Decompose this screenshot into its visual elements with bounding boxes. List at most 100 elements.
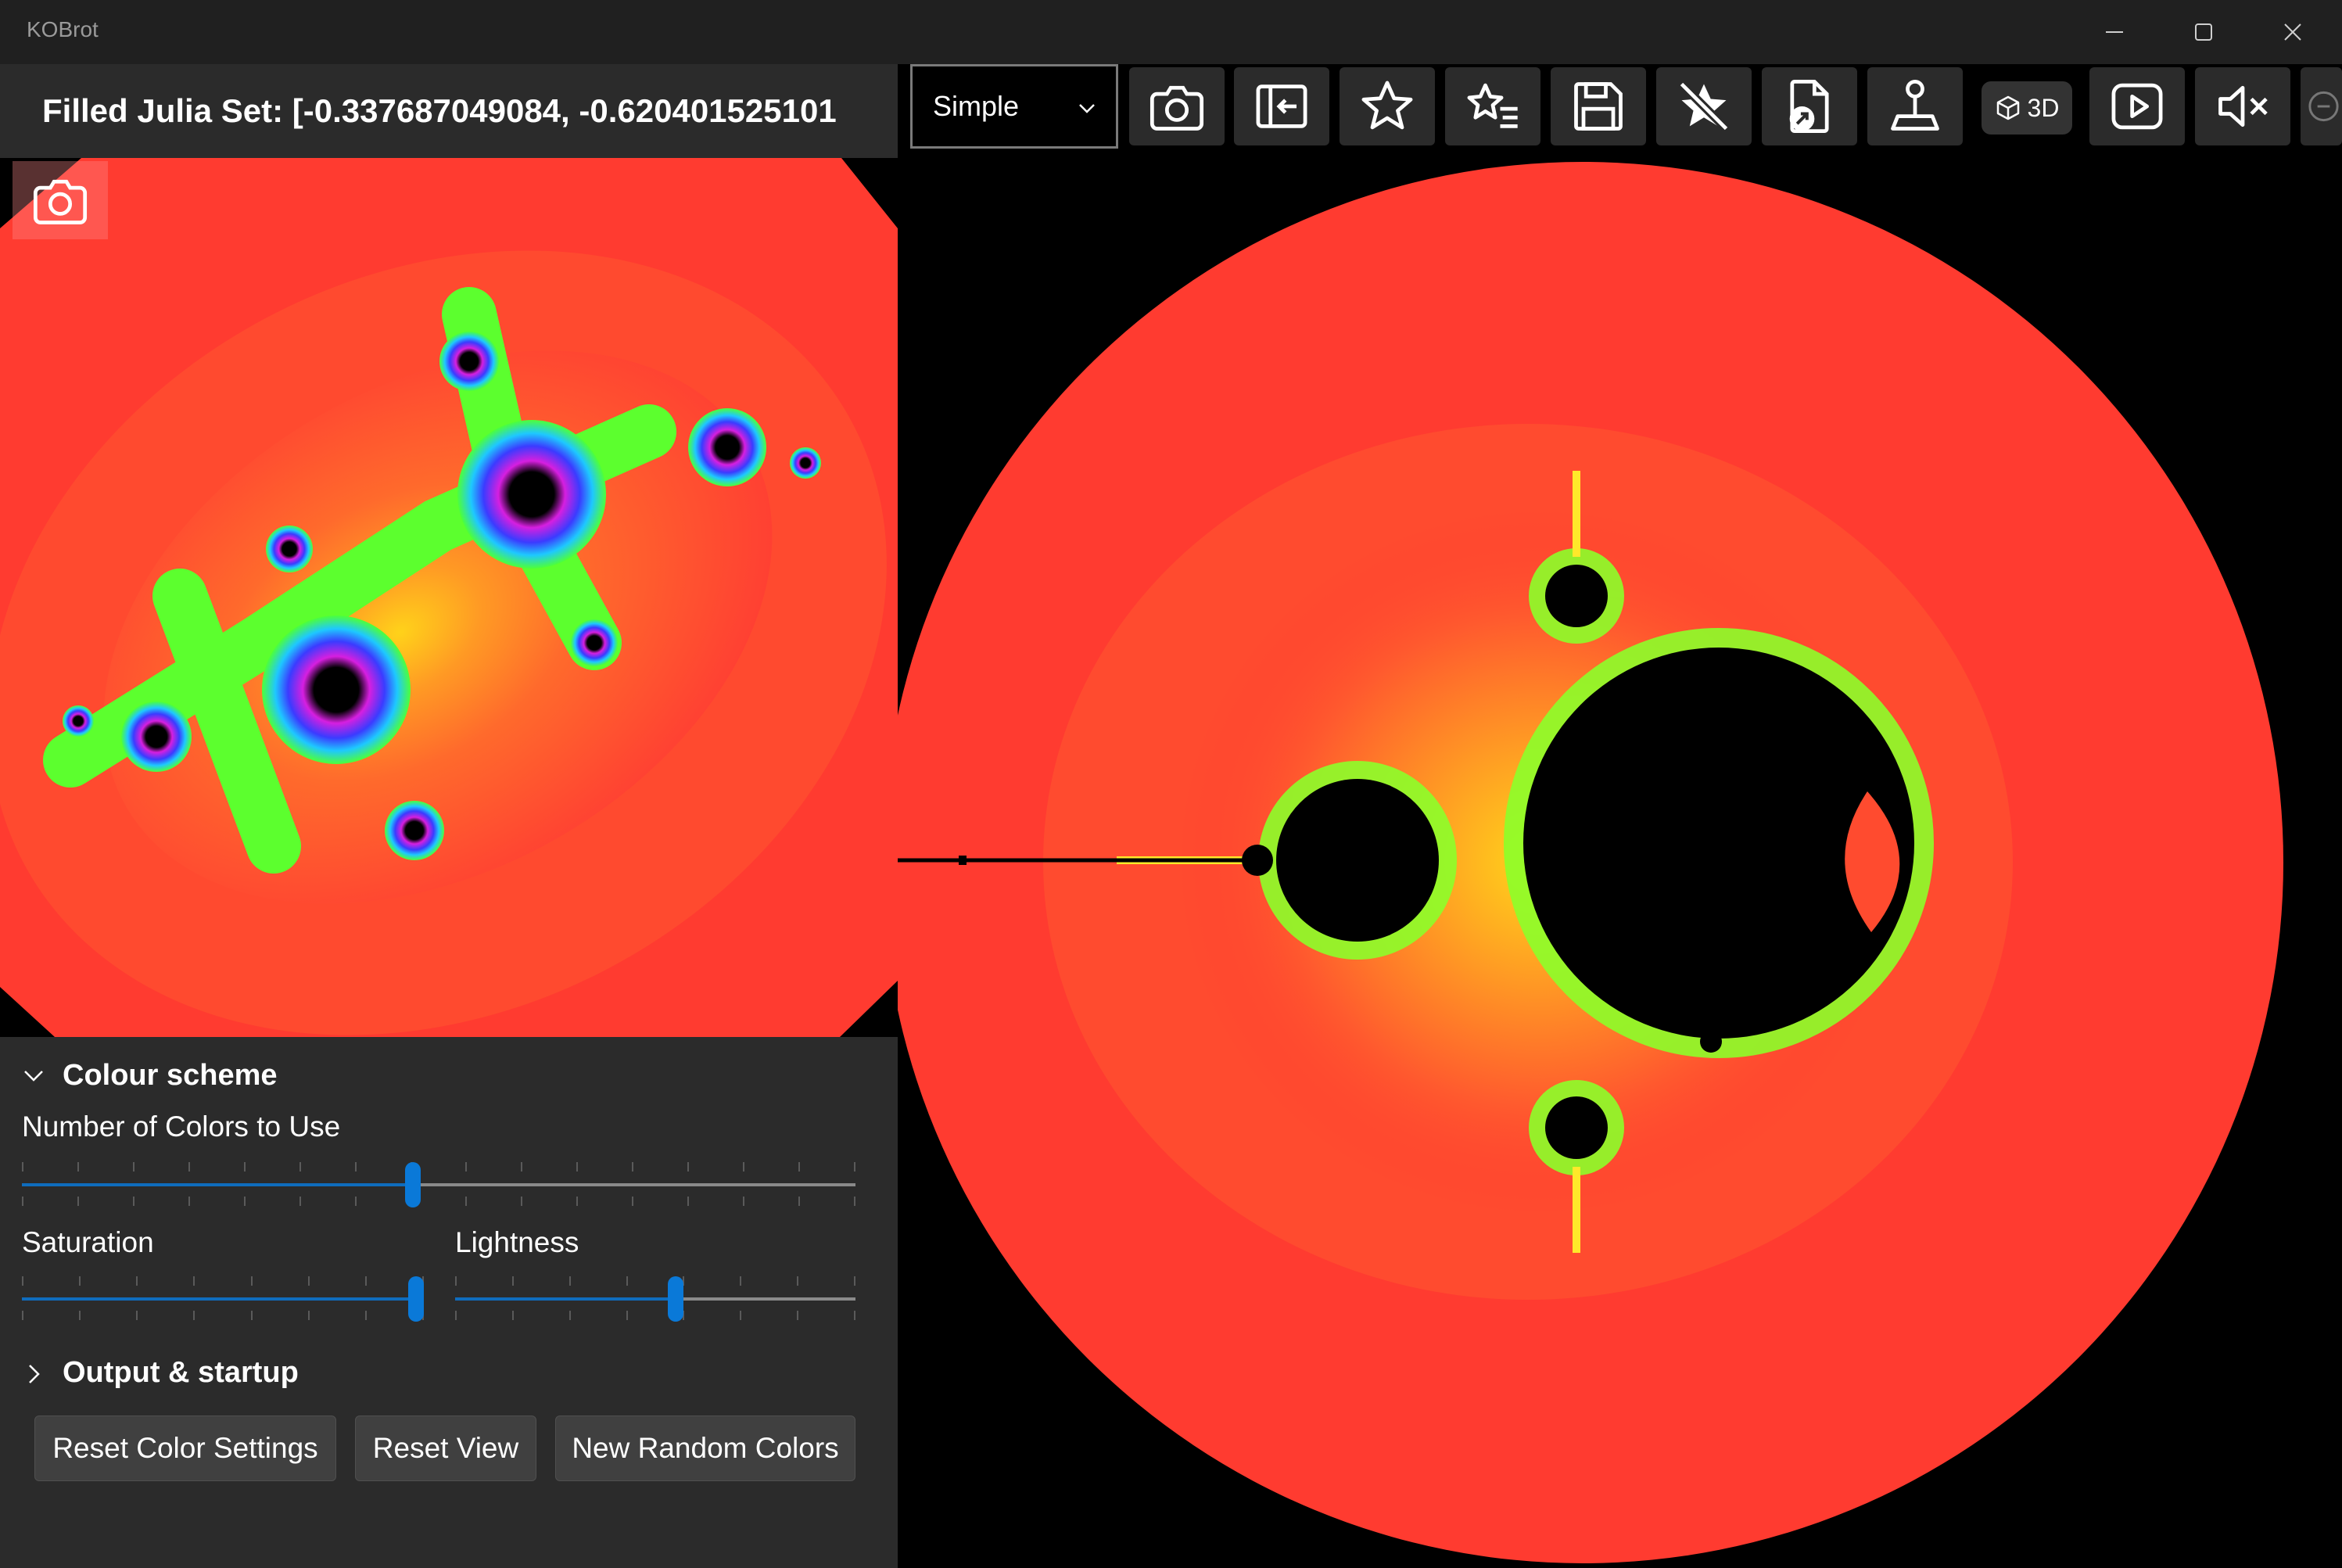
slider-tick xyxy=(355,1197,357,1206)
slider-tick xyxy=(455,1311,457,1320)
slider-tick xyxy=(743,1162,744,1172)
minimize-icon xyxy=(2106,31,2123,33)
slider-tick xyxy=(626,1276,628,1286)
slider-tick xyxy=(251,1311,253,1320)
mandelbrot-canvas[interactable] xyxy=(898,158,2342,1568)
slider-tick xyxy=(79,1276,81,1286)
maximize-icon xyxy=(2195,23,2212,41)
num-colors-thumb[interactable] xyxy=(405,1162,421,1207)
joystick-icon xyxy=(1891,79,1939,131)
favourites-list-button[interactable] xyxy=(1445,67,1540,145)
slider-tick xyxy=(133,1197,134,1206)
slider-tick xyxy=(798,1197,800,1206)
slider-tick xyxy=(188,1162,190,1172)
slider-tick xyxy=(244,1162,246,1172)
panel-left-arrow-icon xyxy=(1256,84,1307,128)
navigate-button[interactable] xyxy=(1867,67,1963,145)
reset-color-settings-button[interactable]: Reset Color Settings xyxy=(34,1416,336,1481)
slider-tick xyxy=(521,1162,522,1172)
camera-icon xyxy=(1149,85,1204,131)
num-colors-slider[interactable] xyxy=(22,1162,855,1207)
slider-tick xyxy=(854,1276,855,1286)
output-startup-header[interactable]: Output & startup xyxy=(63,1356,299,1390)
colour-scheme-header[interactable]: Colour scheme xyxy=(63,1059,278,1093)
saturation-slider[interactable] xyxy=(22,1276,424,1322)
file-export-icon xyxy=(1789,79,1829,134)
chevron-right-icon xyxy=(29,1365,40,1383)
slider-tick xyxy=(22,1276,23,1286)
slider-tick xyxy=(136,1276,138,1286)
play-button[interactable] xyxy=(2089,67,2185,145)
julia-set-canvas[interactable] xyxy=(0,158,898,1037)
render-mode-select[interactable]: Simple xyxy=(910,64,1118,149)
slider-tick xyxy=(576,1197,578,1206)
slider-tick xyxy=(512,1276,514,1286)
slider-tick xyxy=(465,1197,467,1206)
speaker-mute-icon xyxy=(2218,85,2268,127)
screenshot-button[interactable] xyxy=(1129,67,1225,145)
minimize-button[interactable] xyxy=(2083,11,2146,53)
slider-tick xyxy=(632,1162,633,1172)
slider-tick xyxy=(854,1311,855,1320)
cube-icon xyxy=(1996,95,2019,120)
slider-tick xyxy=(308,1276,310,1286)
new-random-colors-button[interactable]: New Random Colors xyxy=(555,1416,855,1481)
slider-tick xyxy=(193,1311,195,1320)
slider-tick xyxy=(740,1276,741,1286)
reset-view-button[interactable]: Reset View xyxy=(355,1416,536,1481)
remove-favourite-button[interactable] xyxy=(1656,67,1752,145)
overflow-button[interactable] xyxy=(2301,67,2342,145)
slider-tick xyxy=(465,1162,467,1172)
slider-tick xyxy=(193,1276,195,1286)
julia-screenshot-button[interactable] xyxy=(13,161,108,239)
render-mode-value: Simple xyxy=(933,90,1020,122)
slider-tick xyxy=(521,1197,522,1206)
slider-tick xyxy=(365,1276,367,1286)
slider-tick xyxy=(854,1197,855,1206)
close-button[interactable] xyxy=(2261,11,2324,53)
lightness-slider[interactable] xyxy=(455,1276,855,1322)
add-favourite-button[interactable] xyxy=(1340,67,1435,145)
lightness-label: Lightness xyxy=(455,1226,579,1258)
slider-tick xyxy=(136,1311,138,1320)
slider-tick xyxy=(77,1197,79,1206)
slider-tick xyxy=(299,1162,301,1172)
toggle-panel-button[interactable] xyxy=(1234,67,1329,145)
slider-tick xyxy=(308,1311,310,1320)
julia-set-title: Filled Julia Set: [-0.337687049084, -0.6… xyxy=(42,92,837,129)
slider-tick xyxy=(797,1276,798,1286)
mute-button[interactable] xyxy=(2195,67,2290,145)
output-startup-toggle[interactable] xyxy=(20,1361,47,1390)
lightness-thumb[interactable] xyxy=(668,1276,683,1322)
slider-tick xyxy=(77,1162,79,1172)
mandelbrot-image xyxy=(898,162,2283,1563)
slider-tick xyxy=(569,1276,571,1286)
slider-tick xyxy=(687,1197,689,1206)
slider-tick xyxy=(626,1311,628,1320)
save-icon xyxy=(1574,82,1623,131)
slider-tick xyxy=(740,1311,741,1320)
slider-tick xyxy=(576,1162,578,1172)
slider-tick xyxy=(188,1197,190,1206)
saturation-label: Saturation xyxy=(22,1226,154,1258)
num-colors-label: Number of Colors to Use xyxy=(22,1111,341,1143)
slider-tick xyxy=(687,1162,689,1172)
view-3d-button[interactable]: 3D xyxy=(1982,81,2072,135)
camera-icon xyxy=(33,179,88,224)
maximize-button[interactable] xyxy=(2172,11,2235,53)
star-list-icon xyxy=(1467,83,1518,128)
view-3d-label: 3D xyxy=(2027,93,2060,122)
star-off-icon xyxy=(1678,81,1730,132)
title-bar xyxy=(0,0,2342,64)
slider-tick xyxy=(632,1197,633,1206)
slider-tick xyxy=(569,1311,571,1320)
more-icon xyxy=(2308,91,2339,122)
slider-tick xyxy=(244,1197,246,1206)
slider-tick xyxy=(854,1162,855,1172)
saturation-thumb[interactable] xyxy=(408,1276,424,1322)
slider-tick xyxy=(798,1162,800,1172)
export-button[interactable] xyxy=(1762,67,1857,145)
julia-set-image xyxy=(0,158,898,1037)
colour-scheme-toggle[interactable] xyxy=(20,1062,47,1092)
save-button[interactable] xyxy=(1551,67,1646,145)
